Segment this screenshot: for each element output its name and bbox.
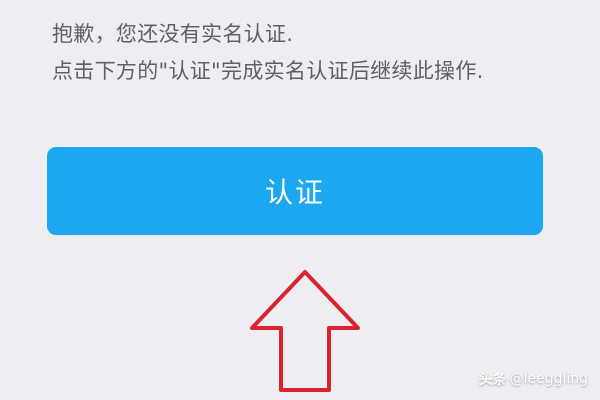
- up-arrow-icon: [250, 270, 360, 392]
- verify-button[interactable]: 认证: [47, 147, 543, 235]
- verification-message: 抱歉，您还没有实名认证. 点击下方的"认证"完成实名认证后继续此操作.: [52, 16, 572, 90]
- watermark-user: @leeggling: [509, 371, 588, 387]
- message-line-instruction: 点击下方的"认证"完成实名认证后继续此操作.: [52, 59, 484, 83]
- message-line-apology: 抱歉，您还没有实名认证.: [52, 22, 294, 46]
- watermark: 头条 @leeggling: [479, 369, 588, 389]
- watermark-platform: 头条: [478, 372, 507, 388]
